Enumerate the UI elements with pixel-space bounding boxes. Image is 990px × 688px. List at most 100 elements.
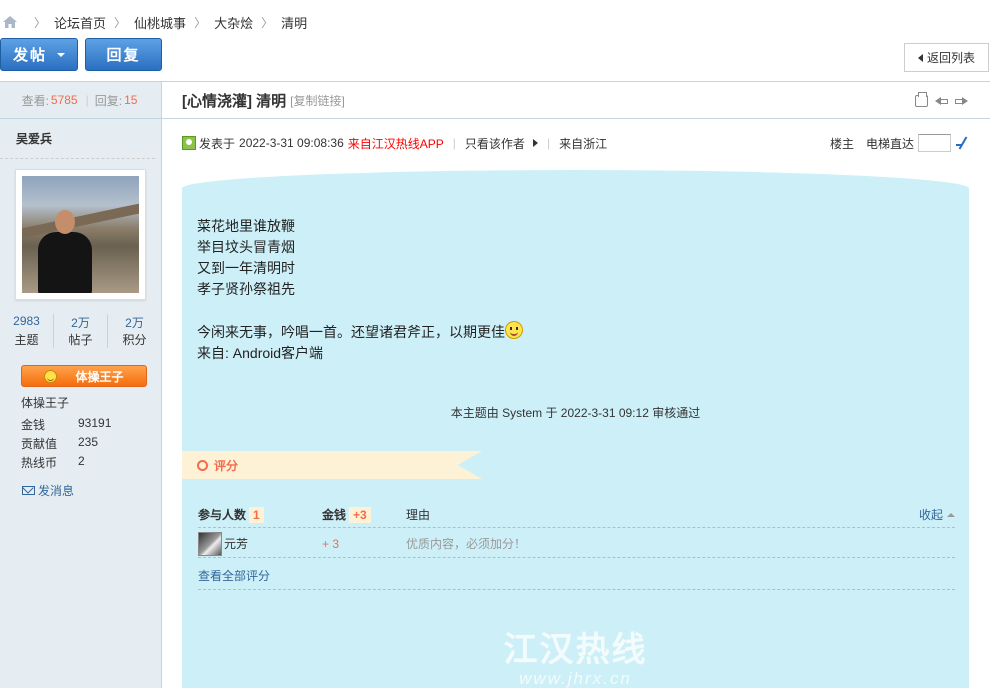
posted-prefix: 发表于 <box>199 136 236 151</box>
info-value: 235 <box>78 435 99 449</box>
breadcrumb-forum-home[interactable]: 论坛首页 <box>54 13 106 32</box>
online-status-icon <box>182 136 196 150</box>
home-icon[interactable] <box>2 15 18 29</box>
copy-link-button[interactable]: [复制链接] <box>290 92 345 109</box>
new-post-label: 发帖 <box>12 47 47 64</box>
rating-tag-label: 评分 <box>214 458 239 473</box>
author-stats: 2983 主题 2万 帖子 2万 积分 <box>0 314 161 348</box>
source-app-link[interactable]: 来自江汉热线APP <box>348 135 444 152</box>
go-icon[interactable] <box>956 136 970 150</box>
info-key: 金钱 <box>21 418 46 432</box>
new-post-button[interactable]: 发帖 <box>0 38 78 71</box>
participants-column: 参与人数 1 <box>198 506 322 523</box>
thread-title-bar: [心情浇灌] 清明 [复制链接] <box>162 82 990 119</box>
replies-count: 15 <box>124 93 138 107</box>
post-note: 今闲来无事，吟唱一首。还望诸君斧正，以期更佳 来自: Android客户端 <box>197 321 523 364</box>
poem-line: 孝子贤孙祭祖先 <box>197 281 295 297</box>
money-total: +3 <box>349 506 371 523</box>
info-value: 93191 <box>78 416 112 430</box>
info-row-contribution: 贡献值 235 <box>21 435 111 454</box>
rating-row: 元芳 + 3 优质内容，必须加分！ <box>198 530 955 558</box>
post-meta: 发表于 2022-3-31 09:08:36 来自江汉热线APP | 只看该作者… <box>182 133 970 153</box>
reply-label: 回复 <box>106 47 141 64</box>
thread-tools <box>915 92 968 107</box>
floor-jump-input[interactable] <box>918 134 951 152</box>
rating-reason: 优质内容，必须加分！ <box>406 537 527 551</box>
avatar-photo <box>22 176 139 293</box>
rater[interactable]: 元芳 <box>198 531 322 556</box>
posted-time: 2022-3-31 09:08:36 <box>239 136 344 150</box>
participants-count: 1 <box>249 506 264 523</box>
money-label: 金钱 <box>322 508 347 522</box>
send-message-link[interactable]: 发消息 <box>22 482 74 499</box>
collapse-label: 收起 <box>918 508 943 522</box>
stat-label: 主题 <box>14 333 39 347</box>
rating-tag: 评分 <box>182 451 482 479</box>
chevron-down-icon[interactable] <box>57 52 65 57</box>
note-text: 今闲来无事，吟唱一首。还望诸君斧正，以期更佳 <box>197 324 505 340</box>
previous-thread-icon[interactable] <box>935 95 948 107</box>
money-column: 金钱 +3 <box>322 506 406 523</box>
stat-label: 积分 <box>122 333 147 347</box>
arrow-left-icon <box>917 53 923 62</box>
chevron-up-icon <box>947 512 955 517</box>
rank-badge-label: 体操王子 <box>75 369 124 384</box>
poem-line: 举目坟头冒青烟 <box>197 239 295 255</box>
back-to-list-button[interactable]: 返回列表 <box>904 43 989 72</box>
stat-points[interactable]: 2万 积分 <box>107 314 161 348</box>
watermark: 江汉热线 www.jhrx.cn <box>182 622 969 688</box>
author-info: 金钱 93191 贡献值 235 热线币 2 <box>21 416 111 473</box>
rater-name[interactable]: 元芳 <box>224 535 248 552</box>
replies-label: 回复: <box>94 93 123 108</box>
rating-header: 参与人数 1 金钱 +3 理由 收起 <box>198 502 955 528</box>
arrow-right-icon <box>532 139 538 147</box>
smiley-icon <box>505 321 523 339</box>
reason-label: 理由 <box>406 508 431 522</box>
back-to-list-label: 返回列表 <box>926 51 975 65</box>
collapse-rating-button[interactable]: 收起 <box>919 506 955 523</box>
next-thread-icon[interactable] <box>955 95 968 107</box>
info-row-money: 金钱 93191 <box>21 416 111 435</box>
audit-notice: 本主题由 System 于 2022-3-31 09:12 审核通过 <box>450 406 701 420</box>
view-all-ratings-link[interactable]: 查看全部评分 <box>198 562 955 590</box>
poem-line: 菜花地里谁放鞭 <box>197 218 295 234</box>
participants-label: 参与人数 <box>198 508 247 522</box>
location-text: 来自浙江 <box>559 136 608 151</box>
mail-icon <box>22 486 35 495</box>
post-body: 菜花地里谁放鞭 举目坟头冒青烟 又到一年清明时 孝子贤孙祭祖先 今闲来无事，吟唱… <box>182 170 969 688</box>
only-author-link[interactable]: 只看该作者 <box>465 135 525 152</box>
avatar[interactable] <box>198 531 222 556</box>
watermark-url: www.jhrx.cn <box>519 669 632 688</box>
breadcrumb-separator: 〉 <box>34 15 47 30</box>
thread-stats: 查看: 5785 | 回复: 15 <box>0 82 161 119</box>
poem: 菜花地里谁放鞭 举目坟头冒青烟 又到一年清明时 孝子贤孙祭祖先 <box>197 216 295 300</box>
circle-icon <box>197 459 208 471</box>
info-key: 热线币 <box>21 456 58 470</box>
post-frame: 查看: 5785 | 回复: 15 吴爱兵 2983 主题 2万 帖子 2万 积… <box>0 81 990 688</box>
author-name[interactable]: 吴爱兵 <box>0 119 155 159</box>
print-icon[interactable] <box>915 92 928 107</box>
rating-money: + 3 <box>322 536 340 551</box>
views-label: 查看: <box>21 93 49 108</box>
breadcrumb-separator: 〉 <box>114 15 127 30</box>
breadcrumb-separator: 〉 <box>194 15 207 30</box>
client-source: 来自: Android客户端 <box>197 345 324 361</box>
breadcrumb-misc[interactable]: 大杂烩 <box>214 13 253 32</box>
breadcrumb-current[interactable]: 清明 <box>281 13 307 32</box>
reply-button[interactable]: 回复 <box>85 38 162 71</box>
breadcrumb: 〉 论坛首页 〉 仙桃城事 〉 大杂烩 〉 清明 <box>0 12 307 32</box>
poem-line: 又到一年清明时 <box>197 260 295 276</box>
smiley-icon <box>44 369 58 383</box>
views-count: 5785 <box>50 93 78 107</box>
rank-badge[interactable]: 体操王子 <box>21 365 147 387</box>
avatar[interactable] <box>15 169 146 300</box>
post-main: [心情浇灌] 清明 [复制链接] 发表于 2022-3-31 09:08:36 … <box>162 82 990 688</box>
breadcrumb-xiantao[interactable]: 仙桃城事 <box>134 13 186 32</box>
info-key: 贡献值 <box>21 437 58 451</box>
stat-label: 帖子 <box>68 333 93 347</box>
author-sidebar: 查看: 5785 | 回复: 15 吴爱兵 2983 主题 2万 帖子 2万 积… <box>0 82 162 688</box>
floor-controls: 楼主 电梯直达 <box>830 134 970 152</box>
stat-posts[interactable]: 2万 帖子 <box>53 314 107 348</box>
info-row-coins: 热线币 2 <box>21 454 111 473</box>
stat-threads[interactable]: 2983 主题 <box>0 314 53 348</box>
